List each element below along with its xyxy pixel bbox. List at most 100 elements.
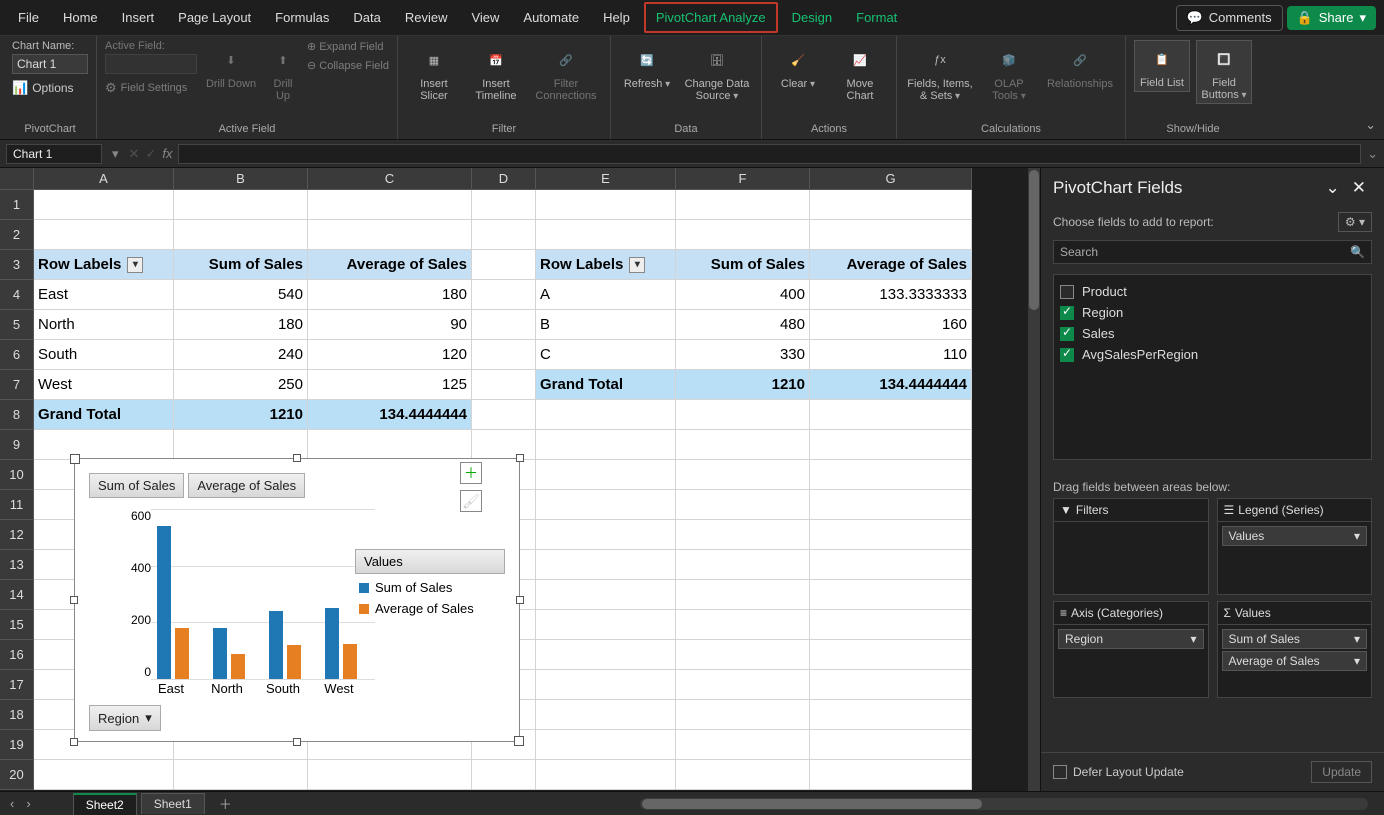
pivot-chart[interactable]: Sum of Sales Average of Sales 600 400 20… [74,458,520,742]
field-item-sales[interactable]: Sales [1060,323,1365,344]
checkbox-icon[interactable] [1060,348,1074,362]
tab-nav-prev[interactable]: ‹ [6,796,18,811]
enter-formula-icon[interactable]: ✓ [145,146,156,162]
row-header-6[interactable]: 6 [0,340,34,370]
name-box[interactable] [6,144,102,164]
filters-area[interactable]: ▼Filters [1053,498,1209,595]
cell[interactable]: 1210 [676,370,810,400]
cell[interactable] [810,610,972,640]
cell[interactable] [536,400,676,430]
chart-name-input[interactable] [12,54,88,74]
menu-help[interactable]: Help [593,4,640,31]
axis-area[interactable]: ≡Axis (Categories) Region▾ [1053,601,1209,698]
field-item-avgsalesperregion[interactable]: AvgSalesPerRegion [1060,344,1365,365]
row-header-9[interactable]: 9 [0,430,34,460]
cell[interactable] [676,520,810,550]
cell[interactable] [810,430,972,460]
menu-view[interactable]: View [461,4,509,31]
row-header-8[interactable]: 8 [0,400,34,430]
cell[interactable] [536,640,676,670]
cell[interactable]: Average of Sales [810,250,972,280]
chart-region-dropdown[interactable]: Region▾ [89,705,161,731]
cell[interactable] [472,280,536,310]
field-search-input[interactable]: Search 🔍 [1053,240,1372,264]
tab-nav-next[interactable]: › [22,796,34,811]
gear-icon[interactable]: ⚙ ▾ [1338,212,1372,232]
cell[interactable]: 400 [676,280,810,310]
cell[interactable] [676,580,810,610]
row-header-3[interactable]: 3 [0,250,34,280]
cell[interactable]: Average of Sales [308,250,472,280]
cell[interactable] [810,730,972,760]
cell[interactable] [676,490,810,520]
share-button[interactable]: 🔒 Share ▾ [1287,6,1376,30]
move-chart-button[interactable]: 📈Move Chart [832,40,888,102]
cell[interactable] [472,310,536,340]
cell[interactable] [810,400,972,430]
cell[interactable] [536,670,676,700]
cell[interactable] [34,220,174,250]
cell[interactable] [810,190,972,220]
cell[interactable] [676,670,810,700]
options-button[interactable]: 📊 Options [12,80,74,96]
pivot-filter-button[interactable]: ▾ [629,257,645,273]
cell[interactable] [810,670,972,700]
cell[interactable]: 134.4444444 [308,400,472,430]
cell[interactable] [536,760,676,790]
row-header-20[interactable]: 20 [0,760,34,790]
cell[interactable]: 1210 [174,400,308,430]
col-header-c[interactable]: C [308,168,472,190]
field-item-product[interactable]: Product [1060,281,1365,302]
cell[interactable] [472,400,536,430]
ribbon-collapse-button[interactable]: ⌄ [1365,117,1376,133]
row-header-13[interactable]: 13 [0,550,34,580]
cell[interactable] [536,580,676,610]
cell[interactable] [472,760,536,790]
row-header-19[interactable]: 19 [0,730,34,760]
cell[interactable]: 180 [308,280,472,310]
col-header-f[interactable]: F [676,168,810,190]
cell[interactable] [810,220,972,250]
col-header-b[interactable]: B [174,168,308,190]
checkbox-icon[interactable] [1060,327,1074,341]
cell[interactable] [536,190,676,220]
cell[interactable]: 160 [810,310,972,340]
field-item-region[interactable]: Region [1060,302,1365,323]
checkbox-icon[interactable] [1060,306,1074,320]
clear-button[interactable]: 🧹Clear [770,40,826,90]
cell[interactable] [810,460,972,490]
cell[interactable] [676,460,810,490]
vertical-scrollbar[interactable] [1028,168,1040,791]
row-header-2[interactable]: 2 [0,220,34,250]
cell[interactable] [472,250,536,280]
menu-file[interactable]: File [8,4,49,31]
cell[interactable] [810,490,972,520]
legend-area[interactable]: ☰Legend (Series) Values▾ [1217,498,1373,595]
cell[interactable] [676,760,810,790]
cell[interactable] [676,610,810,640]
cell[interactable] [810,640,972,670]
cell[interactable] [174,220,308,250]
comments-button[interactable]: 💬 Comments [1176,5,1283,31]
cell[interactable] [810,760,972,790]
cell[interactable] [174,430,308,460]
cell[interactable]: Row Labels▾ [34,250,174,280]
col-header-d[interactable]: D [472,168,536,190]
cell[interactable] [676,730,810,760]
legend-pill-values[interactable]: Values▾ [1222,526,1368,546]
cell[interactable] [536,220,676,250]
panel-close-icon[interactable]: ✕ [1346,178,1372,198]
cell[interactable]: Sum of Sales [676,250,810,280]
values-area[interactable]: ΣValues Sum of Sales▾ Average of Sales▾ [1217,601,1373,698]
cell[interactable]: East [34,280,174,310]
chart-value-button-sum[interactable]: Sum of Sales [89,473,184,498]
cell[interactable]: Grand Total [536,370,676,400]
cell[interactable]: 125 [308,370,472,400]
cell[interactable]: 480 [676,310,810,340]
formula-expand-icon[interactable]: ⌄ [1361,146,1384,162]
cell[interactable] [810,550,972,580]
insert-slicer-button[interactable]: ▦Insert Slicer [406,40,462,102]
cell[interactable]: 90 [308,310,472,340]
fields-items-sets-button[interactable]: ƒxFields, Items, & Sets [905,40,975,102]
cell[interactable]: 240 [174,340,308,370]
